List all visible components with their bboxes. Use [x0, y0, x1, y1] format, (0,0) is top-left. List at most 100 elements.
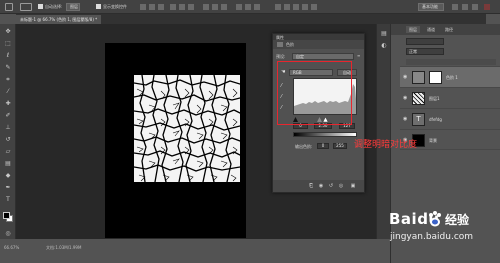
output-levels-label: 输出色阶:	[295, 144, 313, 149]
layer-filter-select[interactable]	[406, 38, 444, 45]
layer-name: dfefdg	[429, 117, 442, 122]
restore-icon[interactable]	[472, 4, 478, 10]
type-tool-icon[interactable]: T	[4, 196, 12, 204]
pen-tool-icon[interactable]: ✒	[4, 184, 12, 192]
distribute-left-icon[interactable]	[236, 4, 242, 10]
document-info: 文档:1.03M/1.99M	[46, 245, 82, 250]
blend-mode-select[interactable]: 正常	[406, 48, 444, 55]
workspace-switcher[interactable]: 基本功能	[418, 3, 444, 11]
delete-icon[interactable]: ▣	[350, 183, 356, 189]
search-icon[interactable]	[452, 4, 458, 10]
document-tab[interactable]: 未标题-1 @ 66.7% (色阶 1, 图层蒙版/8) *	[16, 15, 102, 24]
show-transform-label: 显示变换控件	[103, 4, 127, 9]
levels-icon	[277, 42, 283, 47]
preset-menu-icon[interactable]: ≡	[357, 53, 360, 58]
3d-roll-icon[interactable]	[293, 4, 299, 10]
layers-panel-tabs: 图层 通道 路径	[391, 24, 500, 35]
align-center-icon[interactable]	[179, 4, 185, 10]
align-left-icon[interactable]	[170, 4, 176, 10]
layer-thumbnail	[412, 92, 425, 105]
layer-mask-thumbnail[interactable]	[429, 71, 442, 84]
gradient-tool-icon[interactable]: ▤	[4, 160, 12, 168]
eraser-tool-icon[interactable]: ▱	[4, 148, 12, 156]
quick-mask-icon[interactable]: ◎	[4, 230, 12, 238]
visibility-eye-icon[interactable]: ◉	[403, 95, 409, 101]
tool-preset-icon[interactable]	[20, 3, 32, 11]
auto-select-checkbox[interactable]	[38, 4, 43, 9]
view-previous-icon[interactable]: ◉	[318, 183, 324, 189]
3d-drag-icon[interactable]	[302, 4, 308, 10]
eyedropper-tool-icon[interactable]: ⁄	[4, 88, 12, 96]
clip-to-layer-icon[interactable]: ⎗	[308, 183, 314, 189]
levels-adjustment-icon	[412, 71, 425, 84]
auto-select-label: 自动选择:	[45, 4, 63, 9]
minimize-icon[interactable]	[462, 4, 468, 10]
properties-tabs: 色阶	[273, 40, 364, 49]
options-bar: 自动选择: 图层 显示变换控件 基本功能	[0, 0, 500, 14]
history-brush-tool-icon[interactable]: ↺	[4, 136, 12, 144]
distribute-top-icon[interactable]	[203, 4, 209, 10]
layer-row-layer1[interactable]: ◉ 图层1	[400, 87, 500, 108]
align-right-icon[interactable]	[188, 4, 194, 10]
cracked-texture-image	[134, 75, 240, 182]
layer-name: 色阶 1	[446, 75, 458, 80]
foreground-color-swatch[interactable]	[3, 212, 10, 219]
marquee-tool-icon[interactable]: ⬚	[4, 40, 12, 48]
close-icon[interactable]	[484, 4, 490, 10]
toggle-visibility-icon[interactable]: ◎	[338, 183, 344, 189]
output-white-field[interactable]: 255	[333, 143, 347, 149]
properties-footer: ⎗ ◉ ↺ ◎ ▣	[273, 180, 364, 192]
highlight-box	[277, 61, 352, 125]
watermark-product: 经验	[445, 213, 470, 227]
lock-row	[406, 59, 496, 65]
distribute-center-icon[interactable]	[245, 4, 251, 10]
move-tool-icon[interactable]	[5, 3, 13, 11]
layer-row-levels[interactable]: ◉ 色阶 1	[400, 66, 500, 87]
document-tab-bar: 未标题-1 @ 66.7% (色阶 1, 图层蒙版/8) *	[16, 14, 486, 24]
output-levels-gradient	[293, 132, 357, 137]
layer-row-text[interactable]: ◉ T dfefdg	[400, 108, 500, 129]
collapsed-panels-strip: ▤ ◐	[376, 24, 390, 239]
move-tool-icon[interactable]: ✥	[4, 28, 12, 36]
distribute-middle-icon[interactable]	[212, 4, 218, 10]
clone-stamp-tool-icon[interactable]: ⊥	[4, 124, 12, 132]
baidu-paw-icon	[429, 211, 441, 227]
layer-name: 图层1	[429, 96, 440, 101]
tools-panel: ✥ ⬚ ℓ ✎ ⌗ ⁄ ✚ ✐ ⊥ ↺ ▱ ▤ ◆ ✒ T ◎ ▢	[0, 24, 16, 263]
output-black-field[interactable]: 0	[317, 143, 329, 149]
lasso-tool-icon[interactable]: ℓ	[4, 52, 12, 60]
tab-paths[interactable]: 路径	[442, 26, 456, 33]
history-panel-icon[interactable]: ▤	[380, 30, 388, 38]
baidu-jingyan-watermark: Baidu 经验 jingyan.baidu.com	[385, 208, 500, 263]
distribute-right-icon[interactable]	[254, 4, 260, 10]
watermark-url: jingyan.baidu.com	[390, 232, 474, 242]
3d-slide-icon[interactable]	[311, 4, 317, 10]
3d-rotate-icon[interactable]	[284, 4, 290, 10]
align-middle-icon[interactable]	[149, 4, 155, 10]
tab-channels[interactable]: 通道	[424, 26, 438, 33]
quick-select-tool-icon[interactable]: ✎	[4, 64, 12, 72]
zoom-level[interactable]: 66.67%	[4, 245, 19, 250]
distribute-bottom-icon[interactable]	[221, 4, 227, 10]
tab-layers[interactable]: 图层	[406, 26, 420, 33]
text-layer-icon: T	[412, 113, 425, 126]
layer-name: 背景	[429, 138, 437, 143]
brush-tool-icon[interactable]: ✐	[4, 112, 12, 120]
adjustments-panel-icon[interactable]: ◐	[380, 42, 388, 50]
align-top-icon[interactable]	[140, 4, 146, 10]
preset-select[interactable]: 自定	[292, 53, 354, 60]
reset-icon[interactable]: ↺	[328, 183, 334, 189]
align-bottom-icon[interactable]	[158, 4, 164, 10]
show-transform-checkbox[interactable]	[96, 4, 101, 9]
visibility-eye-icon[interactable]: ◉	[403, 74, 409, 80]
auto-select-target-dropdown[interactable]: 图层	[66, 3, 80, 11]
preset-label: 预设:	[276, 54, 286, 59]
3d-mode-icon[interactable]	[275, 4, 281, 10]
status-bar: 66.67% 文档:1.03M/1.99M	[0, 239, 390, 263]
healing-brush-tool-icon[interactable]: ✚	[4, 100, 12, 108]
annotation-text: 调整明暗对比度	[354, 140, 418, 150]
crop-tool-icon[interactable]: ⌗	[4, 76, 12, 84]
blur-tool-icon[interactable]: ◆	[4, 172, 12, 180]
properties-subtitle: 色阶	[286, 42, 294, 47]
visibility-eye-icon[interactable]: ◉	[403, 116, 409, 122]
